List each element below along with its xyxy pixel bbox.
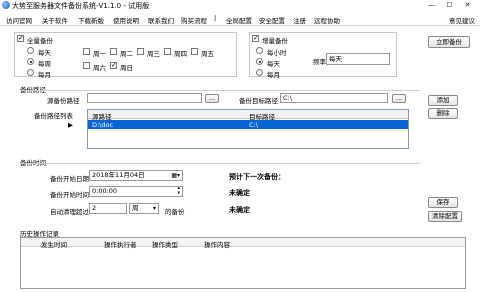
weekday-fri-label: 周五 xyxy=(201,50,214,58)
start-date-label: 备份开始日期 xyxy=(50,175,89,183)
add-path-button[interactable]: 添加 xyxy=(428,95,458,106)
time-spinner-icon[interactable]: ▴ ▾ xyxy=(177,187,180,196)
target-browse-button[interactable]: ... xyxy=(392,94,406,103)
menu-security-config[interactable]: 安全配置 xyxy=(259,15,285,25)
backup-time-section-title: 备份时间 xyxy=(20,159,46,167)
auto-clean-suffix: 的备份 xyxy=(165,208,185,216)
auto-clean-unit-select[interactable]: 周 ▾ xyxy=(129,203,159,214)
chevron-down-icon[interactable]: ▾ xyxy=(153,204,156,213)
frequency-value: 每天 xyxy=(329,55,342,63)
weekday-wed-checkbox[interactable] xyxy=(137,48,144,55)
column-time: 发生时间 xyxy=(41,241,67,249)
menu-remote-assist[interactable]: 远程协助 xyxy=(314,15,340,25)
menu-bar: 访问官网 关于软件 下载新版 使用说明 联系我们 购买流程 | 全局配置 安全配… xyxy=(0,12,480,26)
next-backup-label: 预计下一次备份： xyxy=(229,173,285,181)
app-window: 大势至服务器文件备份系统-V1.1.0 - 试用版 — ☐ ✕ 访问官网 关于软… xyxy=(0,0,480,292)
row-marker: ▶ xyxy=(68,121,73,129)
menu-visit-site[interactable]: 访问官网 xyxy=(6,15,32,25)
weekday-sun-label: 周日 xyxy=(120,64,133,72)
column-operator: 操作执行者 xyxy=(104,241,137,249)
full-monthly-radio[interactable] xyxy=(27,69,34,76)
inc-monthly-radio[interactable] xyxy=(256,69,263,76)
target-path-label: 备份目标路径 xyxy=(239,97,278,105)
inc-hourly-radio[interactable] xyxy=(256,47,263,54)
table-row[interactable]: ▶ D:\doc C:\ xyxy=(68,120,408,129)
auto-clean-unit: 周 xyxy=(132,204,139,212)
start-date-picker[interactable]: 2018年11月04日 ▦▾ xyxy=(89,170,183,181)
menu-purchase[interactable]: 购买流程 xyxy=(181,15,207,25)
menu-register[interactable]: 注册 xyxy=(293,15,306,25)
save-button[interactable]: 保存 xyxy=(428,197,458,208)
weekday-thu-checkbox[interactable] xyxy=(164,48,171,55)
next-backup-status-1: 未确定 xyxy=(229,189,250,197)
column-type: 操作类型 xyxy=(152,241,178,249)
full-monthly-label: 每月 xyxy=(38,71,51,79)
weekday-mon-checkbox[interactable] xyxy=(83,48,90,55)
path-list-header: 源路径 目标路径 xyxy=(88,110,408,121)
divider xyxy=(20,163,420,164)
delete-path-button[interactable]: 删除 xyxy=(428,108,458,119)
incremental-backup-checkbox[interactable] xyxy=(252,34,259,42)
full-weekly-radio[interactable] xyxy=(27,58,34,65)
menu-about[interactable]: 关于软件 xyxy=(42,15,68,25)
full-daily-radio[interactable] xyxy=(27,47,34,54)
close-button[interactable]: ✕ xyxy=(461,0,474,10)
weekday-mon-label: 周一 xyxy=(93,50,106,58)
title-bar: 大势至服务器文件备份系统-V1.1.0 - 试用版 — ☐ ✕ xyxy=(0,0,480,11)
divider xyxy=(20,90,420,91)
full-backup-label: 全量备份 xyxy=(27,37,53,45)
frequency-label: 频率 xyxy=(313,58,326,66)
start-time-label: 备份开始时间 xyxy=(50,191,89,199)
weekday-sat-label: 周六 xyxy=(93,64,106,72)
source-path-input[interactable] xyxy=(87,93,202,103)
auto-clean-label: 自动清理超过 xyxy=(50,208,89,216)
inc-daily-label: 每天 xyxy=(267,60,280,68)
source-path-label: 源备份路径 xyxy=(47,97,80,105)
column-content: 操作内容 xyxy=(204,241,230,249)
weekday-fri-checkbox[interactable] xyxy=(191,48,198,55)
inc-daily-radio[interactable] xyxy=(256,58,263,65)
backup-now-button[interactable]: 立即备份 xyxy=(428,36,470,48)
weekday-tue-label: 周二 xyxy=(120,50,133,58)
menu-instructions[interactable]: 使用说明 xyxy=(113,15,139,25)
window-title: 大势至服务器文件备份系统-V1.1.0 - 试用版 xyxy=(12,2,150,10)
history-grid: 发生时间 操作执行者 操作类型 操作内容 xyxy=(20,237,466,289)
inc-monthly-label: 每月 xyxy=(267,71,280,79)
weekday-tue-checkbox[interactable] xyxy=(110,48,117,55)
next-backup-status-2: 未确定 xyxy=(229,206,250,214)
menu-feedback[interactable]: 意见建议 xyxy=(449,15,475,25)
weekday-sat-checkbox[interactable] xyxy=(83,62,90,69)
weekday-thu-label: 周四 xyxy=(174,50,187,58)
app-logo-icon xyxy=(2,1,10,9)
history-header: 发生时间 操作执行者 操作类型 操作内容 xyxy=(21,238,465,249)
full-backup-checkbox[interactable] xyxy=(17,34,24,42)
weekday-sun-checkbox[interactable] xyxy=(110,61,117,69)
target-path-input[interactable]: C:\ xyxy=(280,93,388,103)
path-list-label: 备份路径列表 xyxy=(34,112,73,120)
full-weekly-label: 每周 xyxy=(38,60,51,68)
calendar-dropdown-icon[interactable]: ▦▾ xyxy=(171,171,180,180)
clear-config-button[interactable]: 清除配置 xyxy=(428,211,462,222)
backup-path-section-title: 备份路径 xyxy=(20,86,46,94)
frequency-select[interactable]: 每天 xyxy=(326,53,390,65)
menu-contact[interactable]: 联系我们 xyxy=(148,15,174,25)
row-source: D:\doc xyxy=(92,121,114,129)
row-target: C:\ xyxy=(249,121,258,129)
start-date-value: 2018年11月04日 xyxy=(92,171,145,179)
path-list-grid: 源路径 目标路径 ▶ D:\doc C:\ xyxy=(68,109,409,149)
maximize-button[interactable]: ☐ xyxy=(443,0,456,10)
source-browse-button[interactable]: ... xyxy=(205,94,219,103)
inc-hourly-label: 每小时 xyxy=(267,49,287,57)
start-time-value: 0:00:00 xyxy=(92,187,118,195)
menu-global-config[interactable]: 全局配置 xyxy=(226,15,252,25)
menu-separator: | xyxy=(214,14,217,22)
minimize-button[interactable]: — xyxy=(425,0,438,10)
incremental-backup-label: 增量备份 xyxy=(262,37,288,45)
start-time-input[interactable]: 0:00:00 ▴ ▾ xyxy=(89,186,183,197)
full-daily-label: 每天 xyxy=(38,49,51,57)
weekday-wed-label: 周三 xyxy=(147,50,160,58)
menu-download[interactable]: 下载新版 xyxy=(78,15,104,25)
auto-clean-input[interactable]: 2 xyxy=(89,203,127,214)
